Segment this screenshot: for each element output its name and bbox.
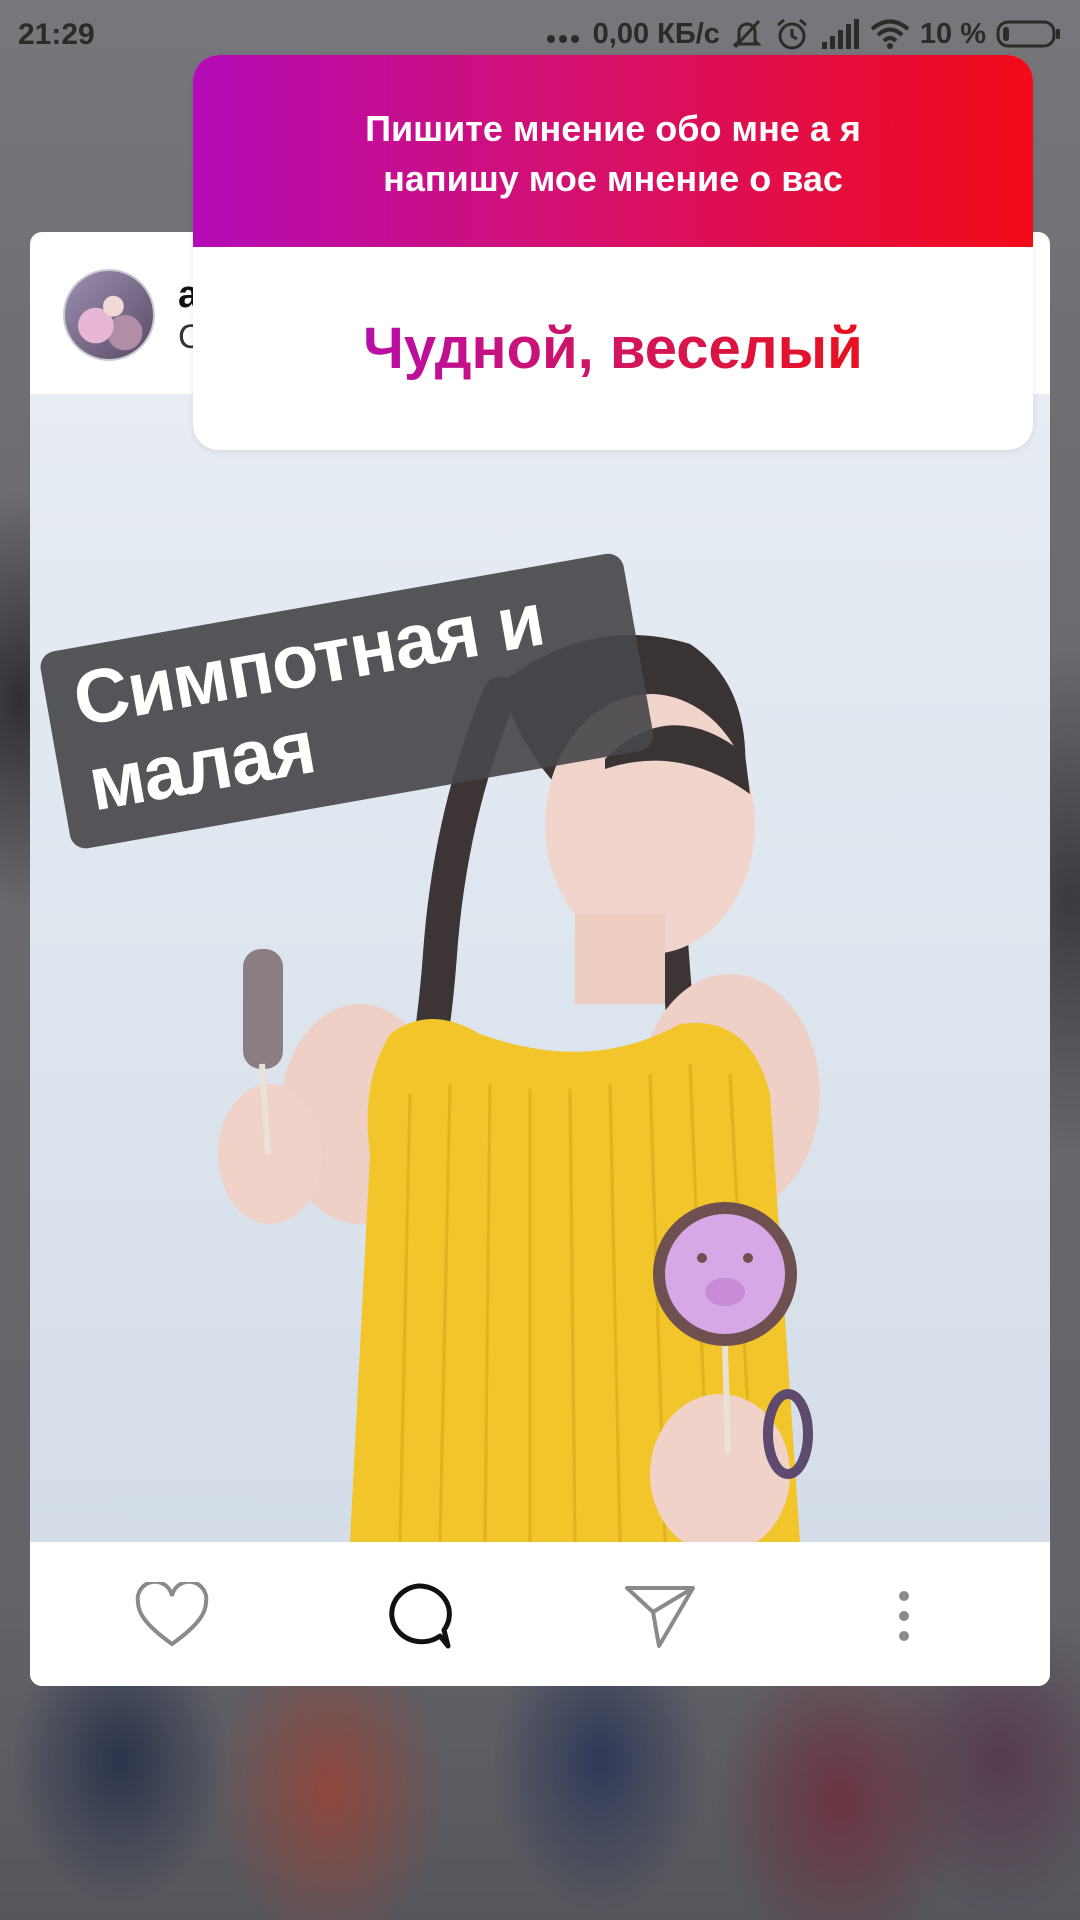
avatar[interactable] xyxy=(63,269,155,361)
status-icons: 0,00 КБ/с 10 % xyxy=(543,16,1062,52)
wifi-icon xyxy=(870,19,910,49)
share-button[interactable] xyxy=(620,1576,700,1656)
network-speed: 0,00 КБ/с xyxy=(592,17,720,50)
question-sticker[interactable]: Пишите мнение обо мне а я напишу мое мне… xyxy=(193,55,1033,450)
battery-percent: 10 % xyxy=(919,17,986,50)
send-icon xyxy=(625,1586,695,1648)
question-header: Пишите мнение обо мне а я напишу мое мне… xyxy=(193,55,1033,247)
dots-icon xyxy=(546,35,579,43)
heart-icon xyxy=(135,1582,209,1647)
like-button[interactable] xyxy=(132,1576,212,1656)
alarm-icon xyxy=(776,18,807,50)
status-time: 21:29 xyxy=(18,18,95,51)
post-actions xyxy=(30,1542,1050,1686)
comment-icon xyxy=(389,1583,452,1649)
bell-off-icon xyxy=(732,19,762,49)
post-card: a C Симпотная и малая xyxy=(30,232,1050,1686)
post-photo[interactable]: Симпотная и малая xyxy=(30,394,1050,1542)
more-icon xyxy=(899,1591,909,1641)
signal-icon xyxy=(821,19,859,49)
answer-text: Чудной, веселый xyxy=(363,316,863,381)
answer-area: Чудной, веселый xyxy=(193,247,1033,450)
comment-button[interactable] xyxy=(378,1576,458,1656)
more-options-button[interactable] xyxy=(864,1576,944,1656)
battery-icon xyxy=(996,20,1060,48)
question-text: Пишите мнение обо мне а я напишу мое мне… xyxy=(365,108,861,199)
